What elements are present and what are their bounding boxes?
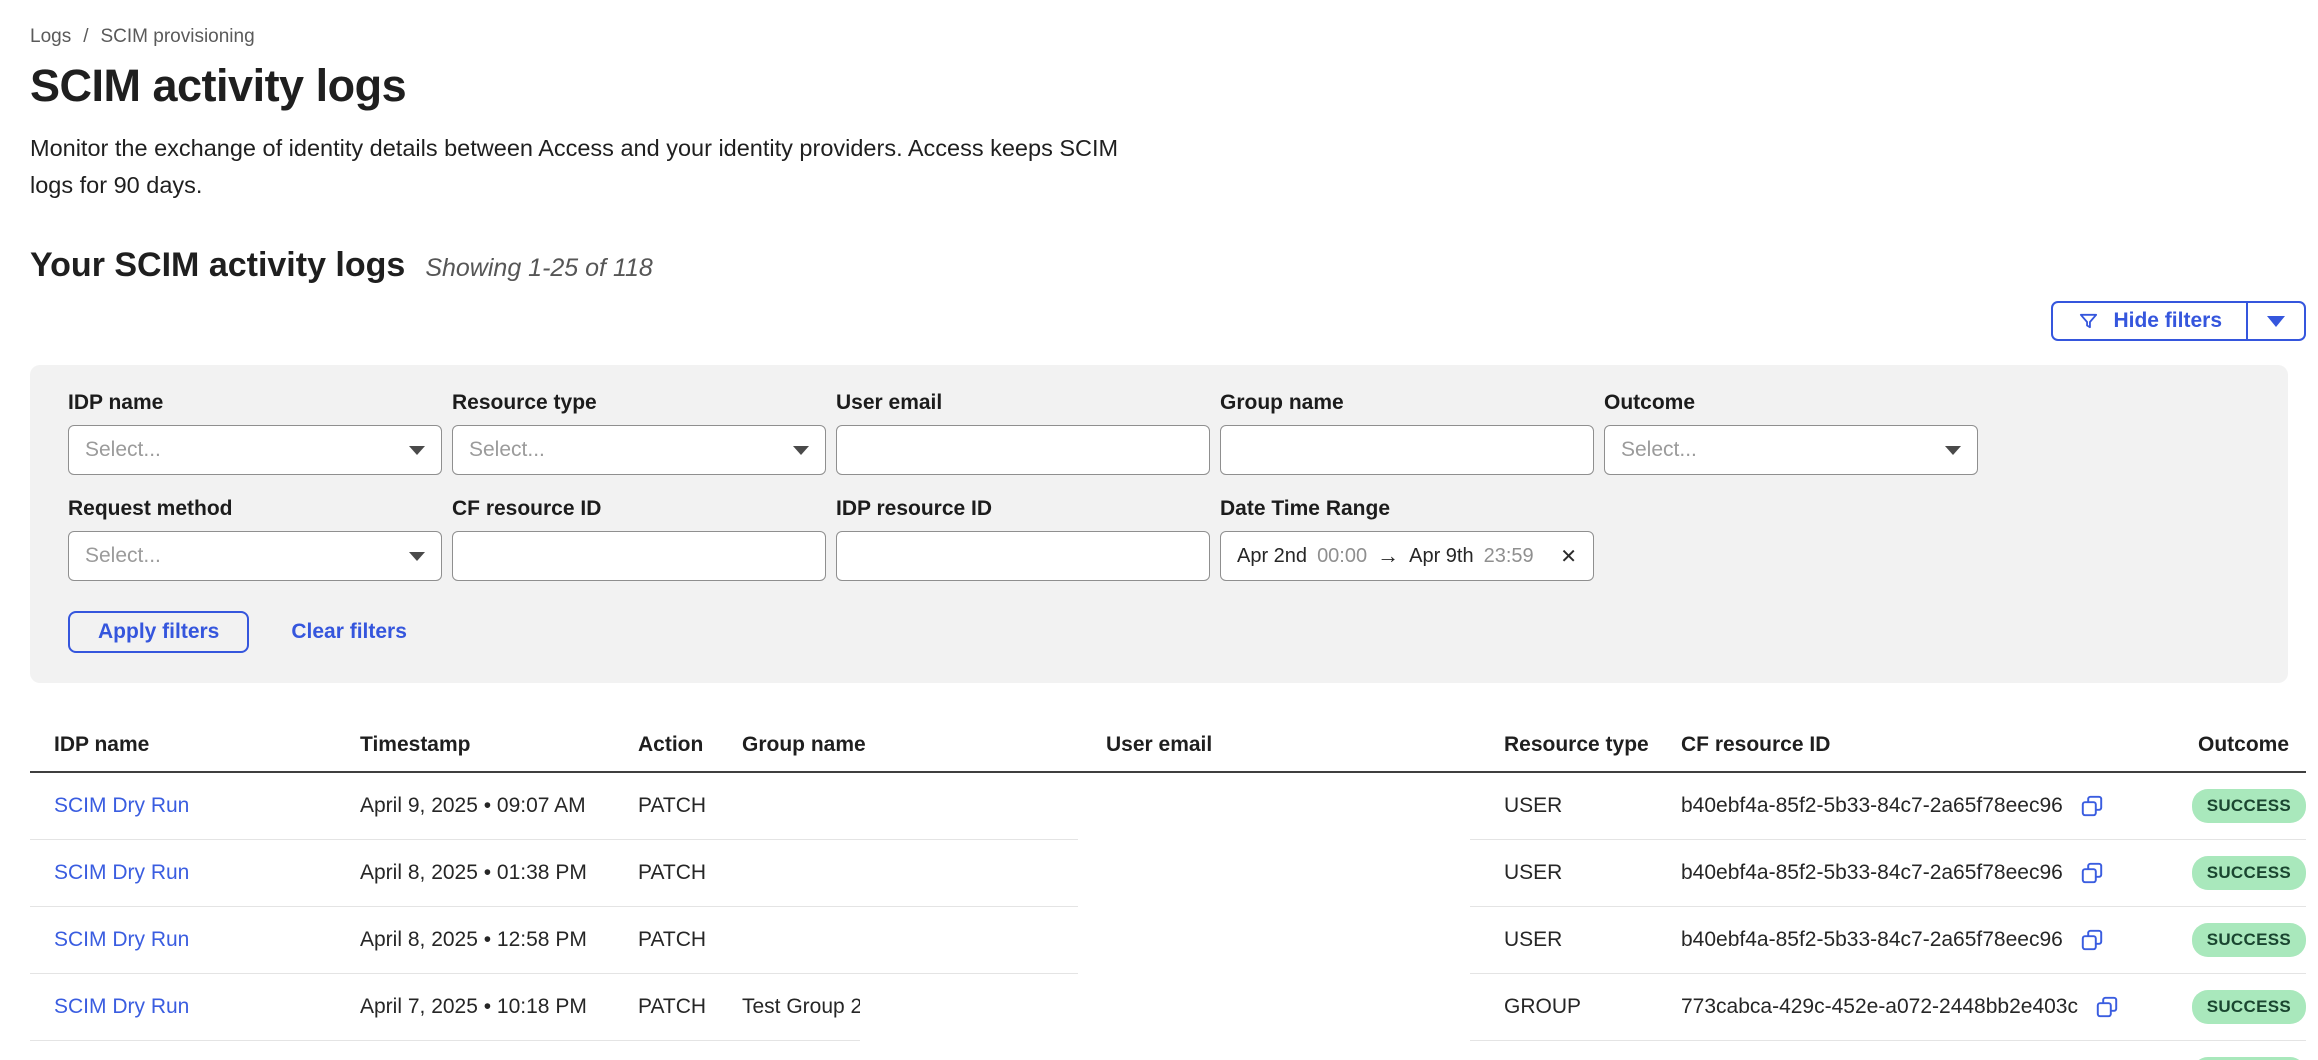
outcome-placeholder: Select...	[1621, 438, 1697, 462]
chevron-down-icon	[2267, 316, 2285, 327]
group-name-input[interactable]	[1220, 425, 1594, 475]
copy-icon[interactable]	[2079, 860, 2105, 886]
filters-toolbar: Hide filters	[30, 301, 2306, 341]
resource-type-select[interactable]: Select...	[452, 425, 826, 475]
cell-cf-resource-id: b40ebf4a-85f2-5b33-84c7-2a65f78eec96	[1681, 928, 2063, 952]
status-badge: SUCCESS	[2192, 856, 2306, 890]
filters-row-1: IDP name Select... Resource type Select.…	[68, 391, 2250, 475]
cell-action: PATCH	[638, 794, 742, 818]
copy-icon[interactable]	[2094, 994, 2120, 1020]
redaction-overlay	[860, 978, 1080, 1060]
clear-date-range-icon[interactable]: ✕	[1560, 544, 1577, 569]
idp-resource-id-label: IDP resource ID	[836, 497, 1210, 521]
breadcrumb-separator: /	[83, 26, 88, 48]
cell-action: PATCH	[638, 995, 742, 1019]
idp-link[interactable]: SCIM Dry Run	[30, 928, 360, 952]
cell-resource-type: GROUP	[1504, 995, 1681, 1019]
request-method-placeholder: Select...	[85, 544, 161, 568]
clear-filters-link[interactable]: Clear filters	[291, 620, 407, 644]
cell-cf-resource-id: b40ebf4a-85f2-5b33-84c7-2a65f78eec96	[1681, 861, 2063, 885]
hide-filters-label: Hide filters	[2113, 309, 2222, 333]
breadcrumb: Logs / SCIM provisioning	[30, 26, 2318, 48]
date-time-range-label: Date Time Range	[1220, 497, 1594, 521]
user-email-label: User email	[836, 391, 1210, 415]
date-time-range-picker[interactable]: Apr 2nd 00:00 → Apr 9th 23:59 ✕	[1220, 531, 1594, 581]
idp-link[interactable]: SCIM Dry Run	[30, 861, 360, 885]
idp-link[interactable]: SCIM Dry Run	[30, 794, 360, 818]
hide-filters-main[interactable]: Hide filters	[2053, 303, 2248, 339]
status-badge: SUCCESS	[2192, 990, 2306, 1024]
scim-activity-logs-page: Logs / SCIM provisioning SCIM activity l…	[30, 26, 2318, 1060]
arrow-right-icon: →	[1377, 543, 1399, 569]
outcome-select[interactable]: Select...	[1604, 425, 1978, 475]
page-title: SCIM activity logs	[30, 60, 2318, 112]
hide-filters-button[interactable]: Hide filters	[2051, 301, 2306, 341]
request-method-label: Request method	[68, 497, 442, 521]
copy-icon[interactable]	[2079, 927, 2105, 953]
apply-filters-button[interactable]: Apply filters	[68, 611, 249, 653]
cell-timestamp: April 8, 2025 • 01:38 PM	[360, 861, 638, 885]
filters-panel: IDP name Select... Resource type Select.…	[30, 365, 2288, 683]
cell-timestamp: April 9, 2025 • 09:07 AM	[360, 794, 638, 818]
cell-cf-resource-id: b40ebf4a-85f2-5b33-84c7-2a65f78eec96	[1681, 794, 2063, 818]
col-header-outcome: Outcome	[2198, 733, 2306, 757]
copy-icon[interactable]	[2079, 793, 2105, 819]
resource-type-label: Resource type	[452, 391, 826, 415]
chevron-down-icon	[409, 446, 425, 455]
col-header-group-name: Group name	[742, 733, 1106, 757]
idp-resource-id-input[interactable]	[836, 531, 1210, 581]
col-header-user-email: User email	[1106, 733, 1504, 757]
scim-logs-table: IDP name Timestamp Action Group name Use…	[30, 733, 2306, 1060]
cf-resource-id-input[interactable]	[452, 531, 826, 581]
chevron-down-icon	[793, 446, 809, 455]
page-description: Monitor the exchange of identity details…	[30, 130, 1158, 204]
cell-cf-resource-id: 773cabca-429c-452e-a072-2448bb2e403c	[1681, 995, 2078, 1019]
breadcrumb-logs-link[interactable]: Logs	[30, 26, 71, 48]
col-header-timestamp: Timestamp	[360, 733, 638, 757]
idp-name-select[interactable]: Select...	[68, 425, 442, 475]
cell-resource-type: USER	[1504, 928, 1681, 952]
range-start-date[interactable]: Apr 2nd	[1237, 545, 1307, 568]
request-method-select[interactable]: Select...	[68, 531, 442, 581]
showing-count: Showing 1-25 of 118	[425, 254, 652, 283]
range-end-time[interactable]: 23:59	[1484, 545, 1534, 568]
idp-name-placeholder: Select...	[85, 438, 161, 462]
user-email-input[interactable]	[836, 425, 1210, 475]
range-start-time[interactable]: 00:00	[1317, 545, 1367, 568]
chevron-down-icon	[409, 552, 425, 561]
idp-name-label: IDP name	[68, 391, 442, 415]
col-header-idp-name: IDP name	[30, 733, 360, 757]
status-badge: SUCCESS	[2192, 923, 2306, 957]
cell-timestamp: April 7, 2025 • 10:18 PM	[360, 995, 638, 1019]
cell-action: PATCH	[638, 928, 742, 952]
filter-actions: Apply filters Clear filters	[68, 611, 2250, 653]
chevron-down-icon	[1945, 446, 1961, 455]
idp-link[interactable]: SCIM Dry Run	[30, 995, 360, 1019]
filters-row-2: Request method Select... CF resource ID …	[68, 497, 2250, 581]
col-header-resource-type: Resource type	[1504, 733, 1681, 757]
section-heading-row: Your SCIM activity logs Showing 1-25 of …	[30, 246, 2318, 285]
col-header-action: Action	[638, 733, 742, 757]
status-badge: SUCCESS	[2192, 789, 2306, 823]
cf-resource-id-label: CF resource ID	[452, 497, 826, 521]
col-header-cf-resource-id: CF resource ID	[1681, 733, 2198, 757]
resource-type-placeholder: Select...	[469, 438, 545, 462]
redaction-overlay	[1078, 777, 1470, 1060]
section-heading: Your SCIM activity logs	[30, 246, 405, 285]
table-header-row: IDP name Timestamp Action Group name Use…	[30, 733, 2306, 773]
cell-resource-type: USER	[1504, 794, 1681, 818]
cell-timestamp: April 8, 2025 • 12:58 PM	[360, 928, 638, 952]
group-name-label: Group name	[1220, 391, 1594, 415]
outcome-label: Outcome	[1604, 391, 1978, 415]
filters-dropdown-toggle[interactable]	[2248, 303, 2304, 339]
cell-resource-type: USER	[1504, 861, 1681, 885]
range-end-date[interactable]: Apr 9th	[1409, 545, 1473, 568]
cell-action: PATCH	[638, 861, 742, 885]
breadcrumb-scim-provisioning: SCIM provisioning	[100, 26, 254, 48]
filter-funnel-icon	[2077, 310, 2100, 333]
